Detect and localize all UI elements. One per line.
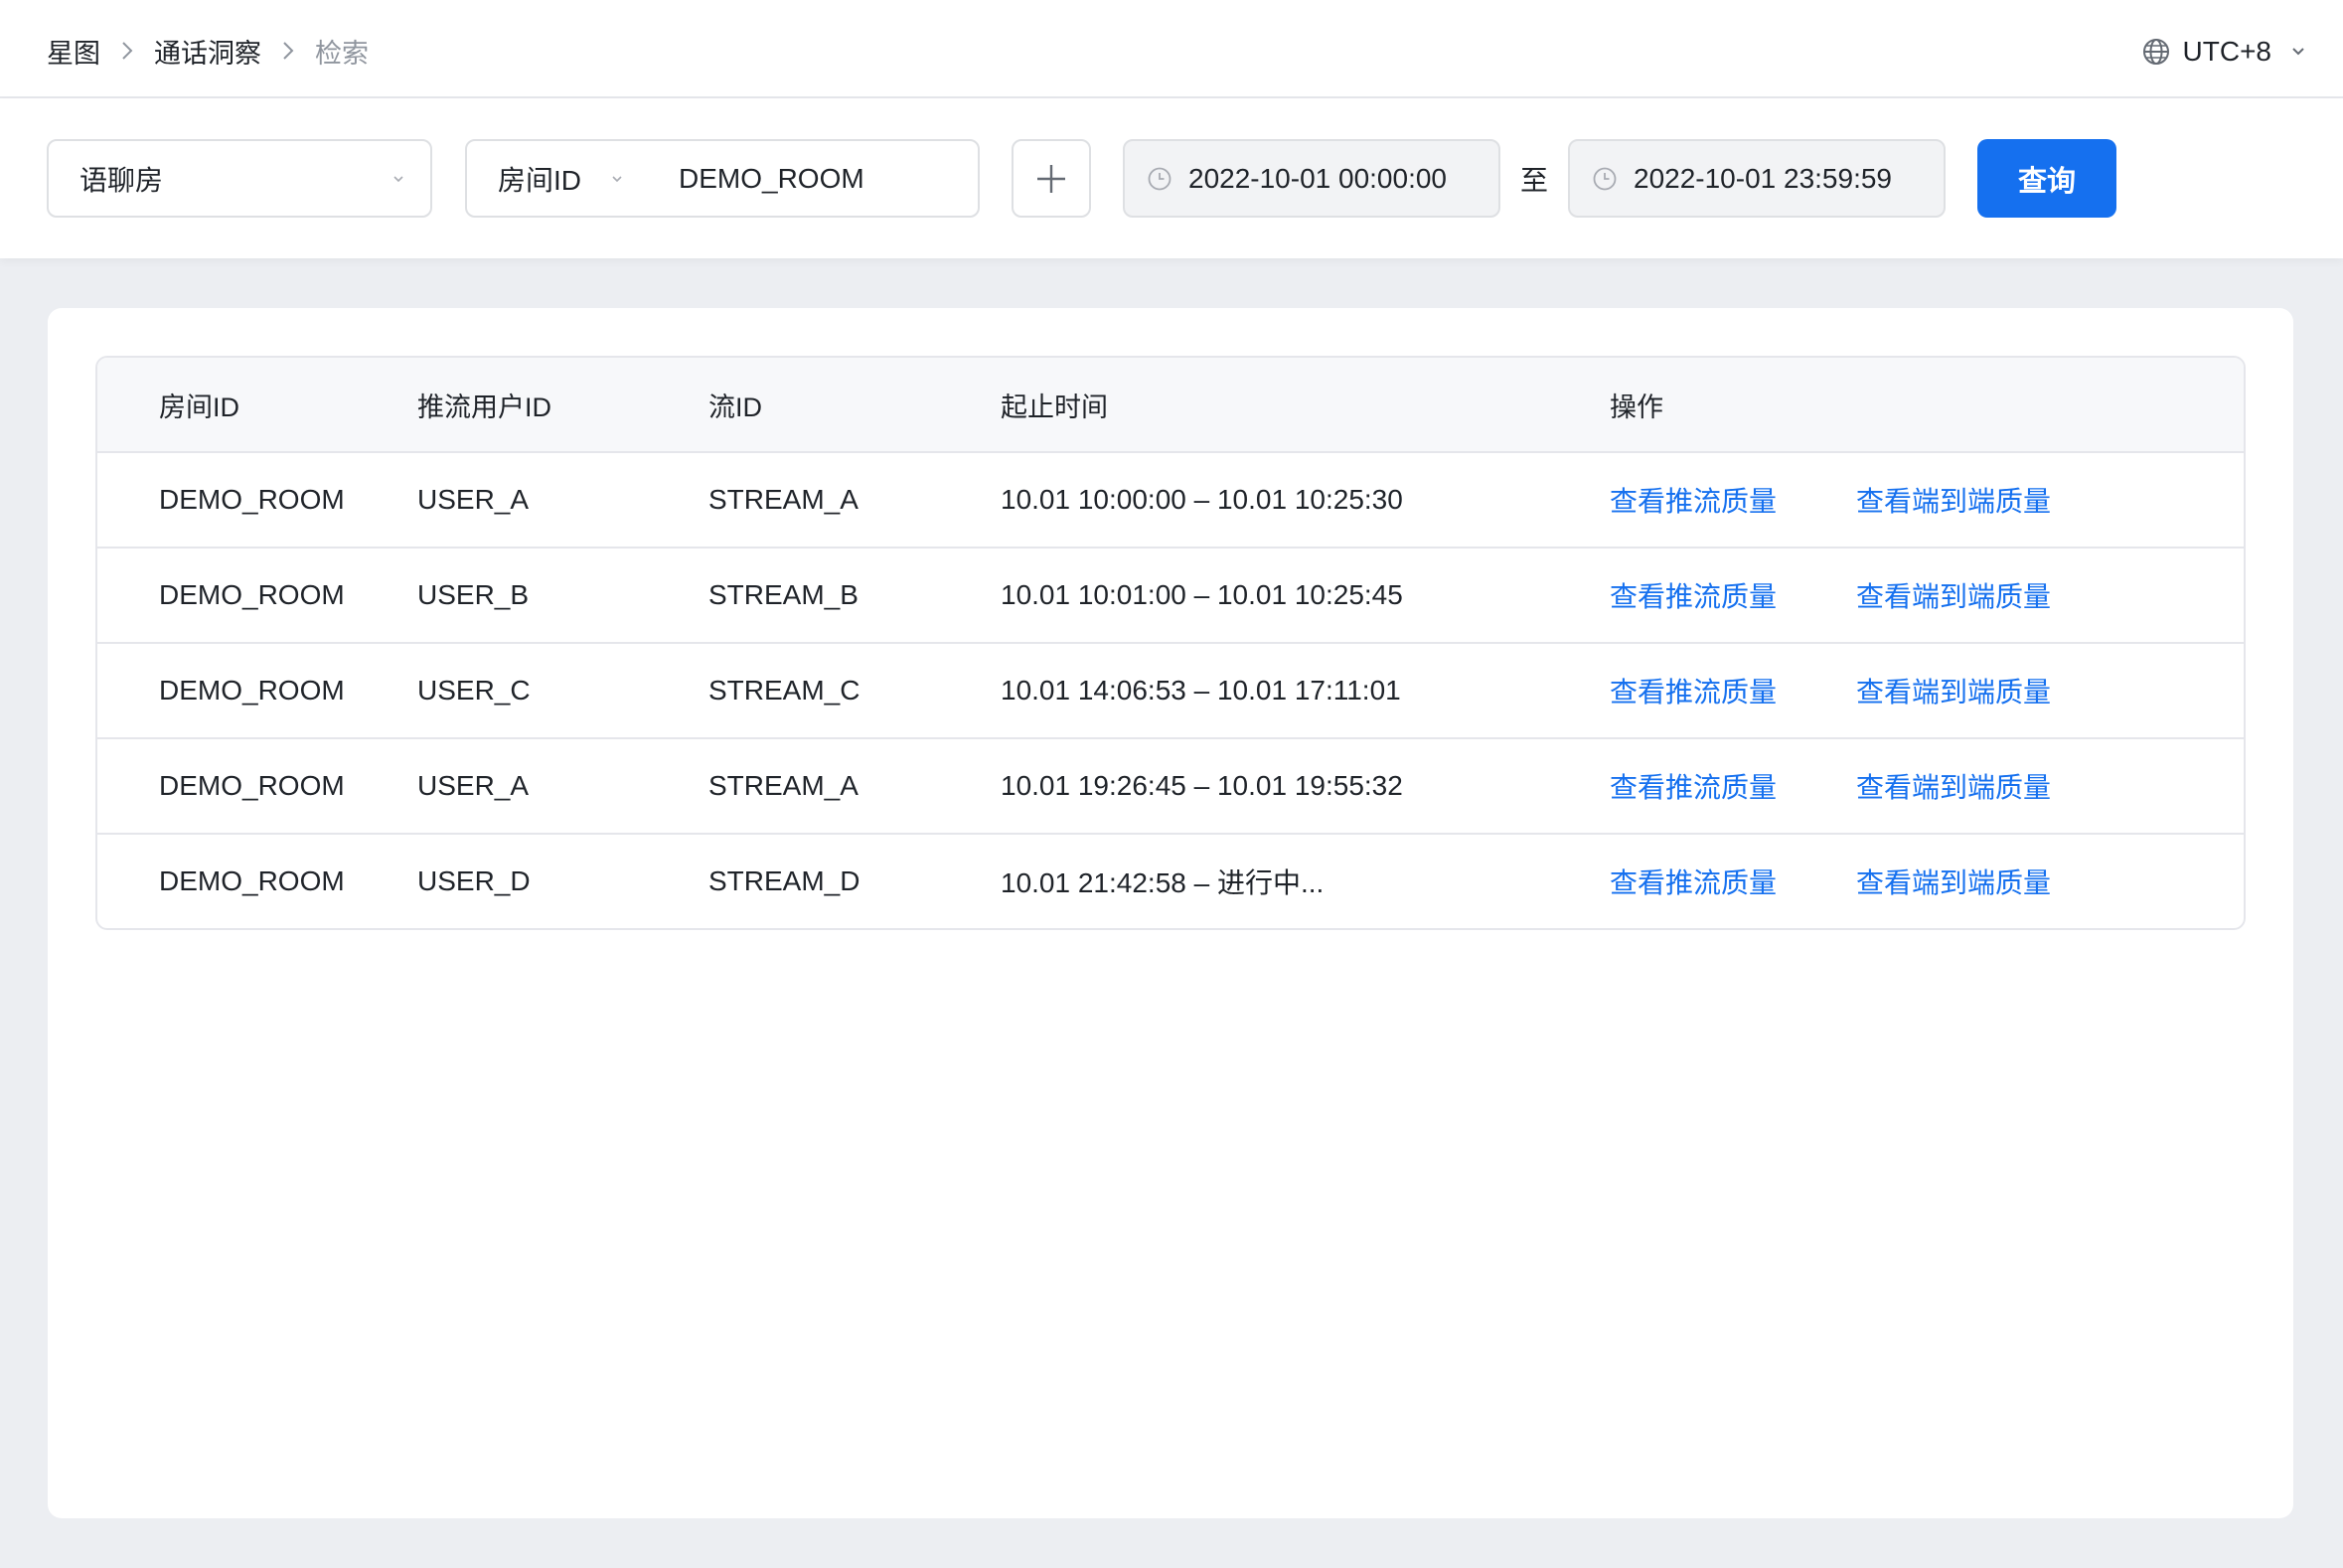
end-time-value: 2022-10-01 23:59:59 bbox=[1634, 162, 1892, 194]
table-row: DEMO_ROOM USER_B STREAM_B 10.01 10:01:00… bbox=[97, 547, 2244, 642]
query-button[interactable]: 查询 bbox=[1977, 139, 2116, 218]
cell-room-id: DEMO_ROOM bbox=[159, 675, 345, 706]
breadcrumb: 星图 通话洞察 检索 bbox=[47, 30, 369, 72]
chevron-right-icon bbox=[261, 40, 315, 62]
top-bar: 星图 通话洞察 检索 UTC+8 bbox=[0, 0, 2343, 98]
results-table: 房间ID 推流用户ID 流ID 起止时间 操作 DEMO_ROOM USER_A… bbox=[95, 356, 2246, 930]
cell-user-id: USER_D bbox=[417, 865, 531, 896]
view-push-quality-link[interactable]: 查看推流质量 bbox=[1610, 766, 1777, 806]
scene-select-value: 语聊房 bbox=[79, 164, 164, 196]
filter-bar: 语聊房 房间ID DEMO_ROOM 2022-10-01 00:00:00 至… bbox=[0, 98, 2343, 258]
filter-key-select[interactable]: 房间ID bbox=[498, 159, 587, 199]
cell-room-id: DEMO_ROOM bbox=[159, 579, 345, 610]
cell-user-id: USER_C bbox=[417, 675, 531, 706]
cell-time-range: 10.01 10:01:00 – 10.01 10:25:45 bbox=[1001, 579, 1403, 610]
column-header-user-id: 推流用户ID bbox=[417, 392, 551, 422]
view-e2e-quality-link[interactable]: 查看端到端质量 bbox=[1856, 575, 2051, 615]
breadcrumb-item-insight[interactable]: 通话洞察 bbox=[154, 32, 261, 71]
view-push-quality-link[interactable]: 查看推流质量 bbox=[1610, 575, 1777, 615]
clock-icon bbox=[1148, 167, 1172, 190]
view-e2e-quality-link[interactable]: 查看端到端质量 bbox=[1856, 671, 2051, 710]
room-id-input[interactable]: DEMO_ROOM bbox=[679, 163, 864, 195]
start-time-value: 2022-10-01 00:00:00 bbox=[1188, 162, 1447, 194]
view-e2e-quality-link[interactable]: 查看端到端质量 bbox=[1856, 766, 2051, 806]
cell-user-id: USER_B bbox=[417, 579, 530, 610]
table-row: DEMO_ROOM USER_A STREAM_A 10.01 10:00:00… bbox=[97, 451, 2244, 547]
cell-stream-id: STREAM_A bbox=[708, 770, 859, 801]
cell-stream-id: STREAM_C bbox=[708, 675, 860, 706]
cell-room-id: DEMO_ROOM bbox=[159, 770, 345, 801]
results-card: 房间ID 推流用户ID 流ID 起止时间 操作 DEMO_ROOM USER_A… bbox=[48, 308, 2293, 1518]
room-id-filter[interactable]: 房间ID DEMO_ROOM bbox=[465, 139, 980, 218]
chevron-down-icon bbox=[2292, 48, 2304, 56]
chevron-down-icon bbox=[393, 176, 403, 183]
table-row: DEMO_ROOM USER_C STREAM_C 10.01 14:06:53… bbox=[97, 642, 2244, 737]
view-push-quality-link[interactable]: 查看推流质量 bbox=[1610, 862, 1777, 901]
cell-room-id: DEMO_ROOM bbox=[159, 484, 345, 515]
table-row: DEMO_ROOM USER_A STREAM_A 10.01 19:26:45… bbox=[97, 737, 2244, 833]
globe-icon bbox=[2142, 39, 2169, 65]
cell-room-id: DEMO_ROOM bbox=[159, 865, 345, 896]
breadcrumb-item-current: 检索 bbox=[315, 38, 369, 69]
cell-time-range: 10.01 14:06:53 – 10.01 17:11:01 bbox=[1001, 675, 1401, 706]
column-header-actions: 操作 bbox=[1610, 392, 1663, 422]
column-header-stream-id: 流ID bbox=[708, 392, 762, 422]
breadcrumb-item-home[interactable]: 星图 bbox=[47, 32, 100, 71]
timezone-selector[interactable]: UTC+8 bbox=[2141, 30, 2309, 74]
view-e2e-quality-link[interactable]: 查看端到端质量 bbox=[1856, 480, 2051, 520]
cell-stream-id: STREAM_D bbox=[708, 865, 860, 896]
scene-select[interactable]: 语聊房 bbox=[47, 139, 432, 218]
end-time-picker[interactable]: 2022-10-01 23:59:59 bbox=[1568, 139, 1946, 218]
cell-user-id: USER_A bbox=[417, 770, 530, 801]
column-header-room-id: 房间ID bbox=[159, 392, 239, 422]
cell-time-range: 10.01 19:26:45 – 10.01 19:55:32 bbox=[1001, 770, 1403, 801]
range-separator: 至 bbox=[1520, 164, 1549, 196]
cell-user-id: USER_A bbox=[417, 484, 530, 515]
clock-icon bbox=[1593, 167, 1617, 190]
start-time-picker[interactable]: 2022-10-01 00:00:00 bbox=[1123, 139, 1500, 218]
view-push-quality-link[interactable]: 查看推流质量 bbox=[1610, 480, 1777, 520]
view-e2e-quality-link[interactable]: 查看端到端质量 bbox=[1856, 862, 2051, 901]
timezone-label: UTC+8 bbox=[2182, 36, 2271, 67]
table-header: 房间ID 推流用户ID 流ID 起止时间 操作 bbox=[97, 358, 2244, 451]
cell-stream-id: STREAM_B bbox=[708, 579, 859, 610]
plus-icon bbox=[1037, 164, 1065, 193]
cell-time-range: 10.01 10:00:00 – 10.01 10:25:30 bbox=[1001, 484, 1403, 515]
table-row: DEMO_ROOM USER_D STREAM_D 10.01 21:42:58… bbox=[97, 833, 2244, 928]
cell-time-range: 10.01 21:42:58 – 进行中... bbox=[1001, 867, 1325, 898]
chevron-right-icon bbox=[100, 40, 154, 62]
cell-stream-id: STREAM_A bbox=[708, 484, 859, 515]
add-filter-button[interactable] bbox=[1012, 139, 1091, 218]
view-push-quality-link[interactable]: 查看推流质量 bbox=[1610, 671, 1777, 710]
chevron-down-icon[interactable] bbox=[609, 171, 625, 187]
column-header-time-range: 起止时间 bbox=[1001, 392, 1108, 422]
